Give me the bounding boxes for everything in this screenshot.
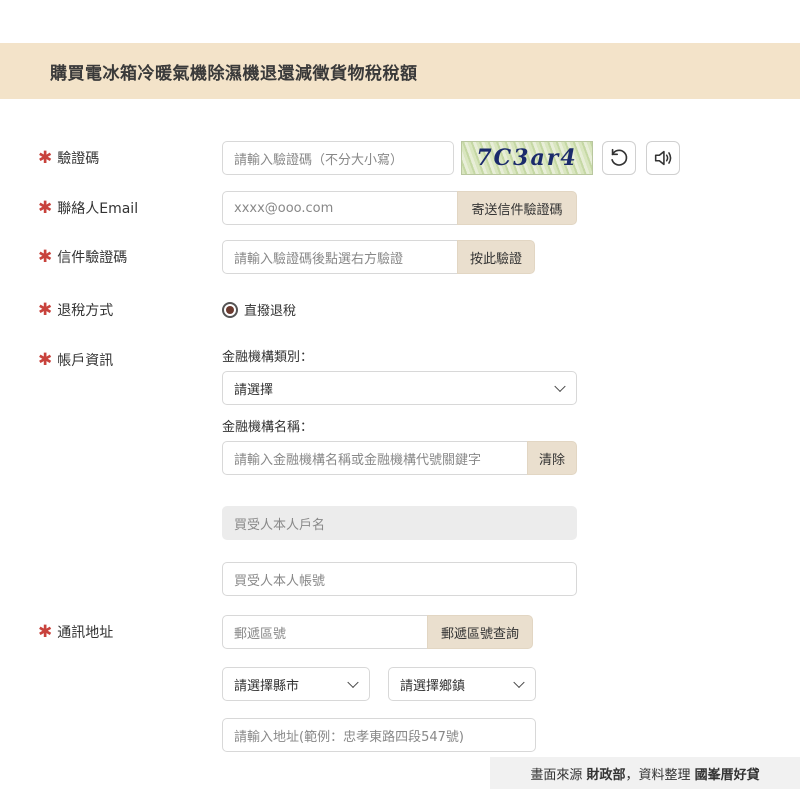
- captcha-image: 7C3ar4: [461, 141, 593, 175]
- captcha-label-row: ✱ 驗證碼: [38, 148, 99, 168]
- address-label: 通訊地址: [57, 625, 114, 641]
- email-code-label: 信件驗證碼: [57, 250, 128, 266]
- email-input-placeholder: xxxx@ooo.com: [234, 200, 334, 216]
- account-number-placeholder: 買受人本人帳號: [234, 573, 326, 589]
- compiled-by: 國峯厝好貸: [694, 767, 760, 783]
- address-label-row: ✱ 通訊地址: [38, 622, 113, 642]
- radio-button[interactable]: [222, 301, 238, 318]
- required-asterisk: ✱: [38, 247, 53, 267]
- chevron-down-icon: [347, 676, 359, 689]
- address-input[interactable]: 請輸入地址(範例：忠孝東路四段547號): [222, 718, 536, 752]
- chevron-down-icon: [513, 676, 525, 689]
- email-label-row: ✱ 聯絡人Email: [38, 198, 138, 218]
- email-input[interactable]: xxxx@ooo.com: [222, 191, 462, 225]
- zip-code-input[interactable]: 郵遞區號: [222, 615, 432, 649]
- required-asterisk: ✱: [38, 300, 53, 320]
- required-asterisk: ✱: [38, 198, 53, 218]
- page-title: 購買電冰箱冷暖氣機除濕機退還減徵貨物稅稅額: [50, 64, 418, 84]
- city-select[interactable]: 請選擇縣市: [222, 667, 370, 701]
- bank-name-input[interactable]: 請輸入金融機構名稱或金融機構代號關鍵字: [222, 441, 532, 475]
- email-code-input[interactable]: 請輸入驗證碼後點選右方驗證: [222, 240, 462, 274]
- page-header: 購買電冰箱冷暖氣機除濕機退還減徵貨物稅稅額: [0, 43, 800, 99]
- bank-name-input-placeholder: 請輸入金融機構名稱或金融機構代號關鍵字: [234, 452, 482, 468]
- captcha-input[interactable]: 請輸入驗證碼（不分大小寫）: [222, 141, 454, 175]
- township-select[interactable]: 請選擇鄉鎮: [388, 667, 536, 701]
- refund-method-radio[interactable]: 直撥退稅: [222, 300, 296, 319]
- email-label: 聯絡人Email: [57, 201, 139, 217]
- verify-button[interactable]: 按此驗證: [457, 240, 535, 274]
- credit-separator: ，: [625, 767, 639, 783]
- source-name: 財政部: [586, 767, 626, 783]
- audio-captcha-button[interactable]: [646, 141, 680, 175]
- account-label: 帳戶資訊: [57, 353, 114, 369]
- account-label-row: ✱ 帳戶資訊: [38, 350, 113, 370]
- refund-method-label: 退稅方式: [57, 303, 114, 319]
- email-code-label-row: ✱ 信件驗證碼: [38, 247, 127, 267]
- clear-button[interactable]: 清除: [527, 441, 577, 475]
- zip-code-placeholder: 郵遞區號: [234, 626, 287, 642]
- send-email-code-button[interactable]: 寄送信件驗證碼: [457, 191, 577, 225]
- city-select-value: 請選擇縣市: [234, 678, 300, 694]
- required-asterisk: ✱: [38, 622, 53, 642]
- captcha-image-text: 7C3ar4: [476, 145, 578, 171]
- required-asterisk: ✱: [38, 148, 53, 168]
- bank-name-label: 金融機構名稱：: [222, 420, 314, 435]
- image-credit: 畫面來源 財政部 ， 資料整理 國峯厝好貸: [490, 757, 800, 789]
- zip-lookup-button[interactable]: 郵遞區號查詢: [427, 615, 533, 649]
- address-input-placeholder: 請輸入地址(範例：忠孝東路四段547號): [234, 729, 464, 745]
- compiled-prefix: 資料整理: [638, 767, 691, 783]
- chevron-down-icon: [554, 380, 566, 393]
- zip-lookup-button-label: 郵遞區號查詢: [440, 626, 519, 642]
- refund-method-option-label: 直撥退稅: [244, 304, 297, 319]
- bank-type-select-value: 請選擇: [234, 382, 274, 398]
- radio-selected-dot: [226, 305, 234, 314]
- captcha-input-placeholder: 請輸入驗證碼（不分大小寫）: [234, 152, 404, 168]
- account-holder-name-input[interactable]: 買受人本人戶名: [222, 506, 577, 540]
- refund-method-label-row: ✱ 退稅方式: [38, 300, 113, 320]
- clear-button-label: 清除: [538, 452, 565, 468]
- speaker-icon: [654, 150, 672, 166]
- send-email-code-button-label: 寄送信件驗證碼: [471, 202, 563, 218]
- email-code-input-placeholder: 請輸入驗證碼後點選右方驗證: [234, 251, 404, 267]
- source-prefix: 畫面來源: [530, 767, 583, 783]
- bank-type-select[interactable]: 請選擇: [222, 371, 577, 405]
- account-holder-name-placeholder: 買受人本人戶名: [234, 517, 326, 533]
- township-select-value: 請選擇鄉鎮: [400, 678, 466, 694]
- bank-type-label: 金融機構類別：: [222, 350, 314, 365]
- account-number-input[interactable]: 買受人本人帳號: [222, 562, 577, 596]
- verify-button-label: 按此驗證: [469, 251, 522, 267]
- refresh-captcha-button[interactable]: [602, 141, 636, 175]
- captcha-label: 驗證碼: [57, 151, 100, 167]
- refresh-icon: [611, 148, 628, 166]
- required-asterisk: ✱: [38, 350, 53, 370]
